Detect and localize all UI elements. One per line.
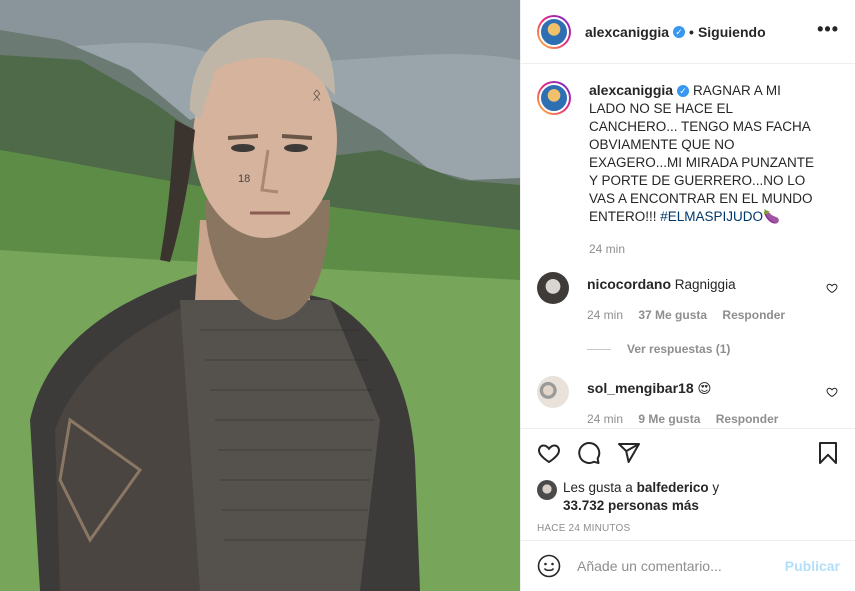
- liker-username[interactable]: balfederico: [637, 480, 709, 495]
- heart-eyes-emoji-icon: 😍: [697, 381, 712, 396]
- view-replies-button[interactable]: Ver respuestas (1): [587, 342, 840, 356]
- comment-likes[interactable]: 9 Me gusta: [638, 412, 700, 426]
- comment-time[interactable]: 24 min: [587, 412, 623, 426]
- eggplant-emoji-icon: 🍆: [763, 209, 780, 224]
- comment-text: Ragniggia: [674, 277, 736, 292]
- likes-conj: y: [712, 480, 720, 495]
- emoji-smiley-icon[interactable]: [537, 554, 561, 578]
- caption-row: alexcaniggia ✓ RAGNAR A MI LADO NO SE HACE…: [537, 81, 840, 256]
- more-options-icon[interactable]: •••: [817, 20, 839, 38]
- comments-section[interactable]: alexcaniggia ✓ RAGNAR A MI LADO NO SE HACE…: [521, 65, 855, 427]
- comment-item: sol_mengibar18 😍 24 min 9 Me gusta Respo…: [537, 376, 840, 426]
- reply-button[interactable]: Responder: [716, 412, 779, 426]
- comment-avatar[interactable]: [537, 272, 569, 304]
- caption-body: RAGNAR A MI LADO NO SE HACE EL CANCHERO.…: [589, 83, 815, 224]
- caption-text: alexcaniggia ✓ RAGNAR A MI LADO NO SE HACE…: [589, 81, 821, 226]
- svg-text:18: 18: [238, 173, 250, 185]
- comment-bubble-icon[interactable]: [577, 441, 601, 465]
- caption-username[interactable]: alexcaniggia: [589, 82, 673, 98]
- following-button[interactable]: Siguiendo: [698, 24, 766, 40]
- comment-time[interactable]: 24 min: [587, 308, 623, 322]
- author-avatar[interactable]: [537, 14, 571, 49]
- like-heart-icon[interactable]: [537, 441, 561, 465]
- likes-prefix: Les gusta a: [563, 480, 633, 495]
- like-comment-heart-icon[interactable]: [826, 386, 838, 398]
- view-replies-label[interactable]: Ver respuestas (1): [627, 342, 730, 356]
- comment-input[interactable]: [577, 558, 785, 574]
- view-replies-line: [587, 348, 611, 350]
- share-send-icon[interactable]: [617, 441, 641, 465]
- post-image-illustration: ᛟ 18: [0, 0, 520, 591]
- liker-avatar[interactable]: [537, 480, 557, 500]
- svg-text:ᛟ: ᛟ: [312, 87, 322, 104]
- hashtag-link[interactable]: #ELMASPIJUDO: [660, 209, 763, 224]
- caption-time[interactable]: 24 min: [589, 242, 821, 256]
- likes-others-count[interactable]: 33.732 personas más: [563, 498, 699, 513]
- post-photo[interactable]: ᛟ 18: [0, 0, 520, 591]
- post-timestamp[interactable]: HACE 24 MINUTOS: [537, 523, 840, 534]
- post-header: alexcaniggia ✓ • Siguiendo •••: [521, 0, 855, 64]
- post-side-panel: alexcaniggia ✓ • Siguiendo ••• alexcanig…: [520, 0, 855, 591]
- comment-avatar[interactable]: [537, 376, 569, 408]
- add-comment-bar: Publicar: [521, 540, 855, 591]
- comment-likes[interactable]: 37 Me gusta: [638, 308, 707, 322]
- publish-button[interactable]: Publicar: [785, 558, 840, 574]
- comment-username[interactable]: sol_mengibar18: [587, 380, 694, 396]
- comment-item: nicocordano Ragniggia 24 min 37 Me gusta…: [537, 272, 840, 322]
- post-actions: Les gusta a balfederico y 33.732 persona…: [521, 428, 855, 540]
- reply-button[interactable]: Responder: [722, 308, 785, 322]
- verified-badge-icon: ✓: [673, 25, 686, 38]
- save-bookmark-icon[interactable]: [816, 441, 840, 465]
- caption-avatar[interactable]: [537, 81, 571, 115]
- separator-dot: •: [689, 23, 694, 40]
- like-comment-heart-icon[interactable]: [826, 282, 838, 294]
- author-username[interactable]: alexcaniggia: [585, 24, 669, 40]
- verified-badge-icon: ✓: [677, 85, 690, 98]
- likes-summary: Les gusta a balfederico y 33.732 persona…: [537, 479, 840, 515]
- comment-username[interactable]: nicocordano: [587, 276, 671, 292]
